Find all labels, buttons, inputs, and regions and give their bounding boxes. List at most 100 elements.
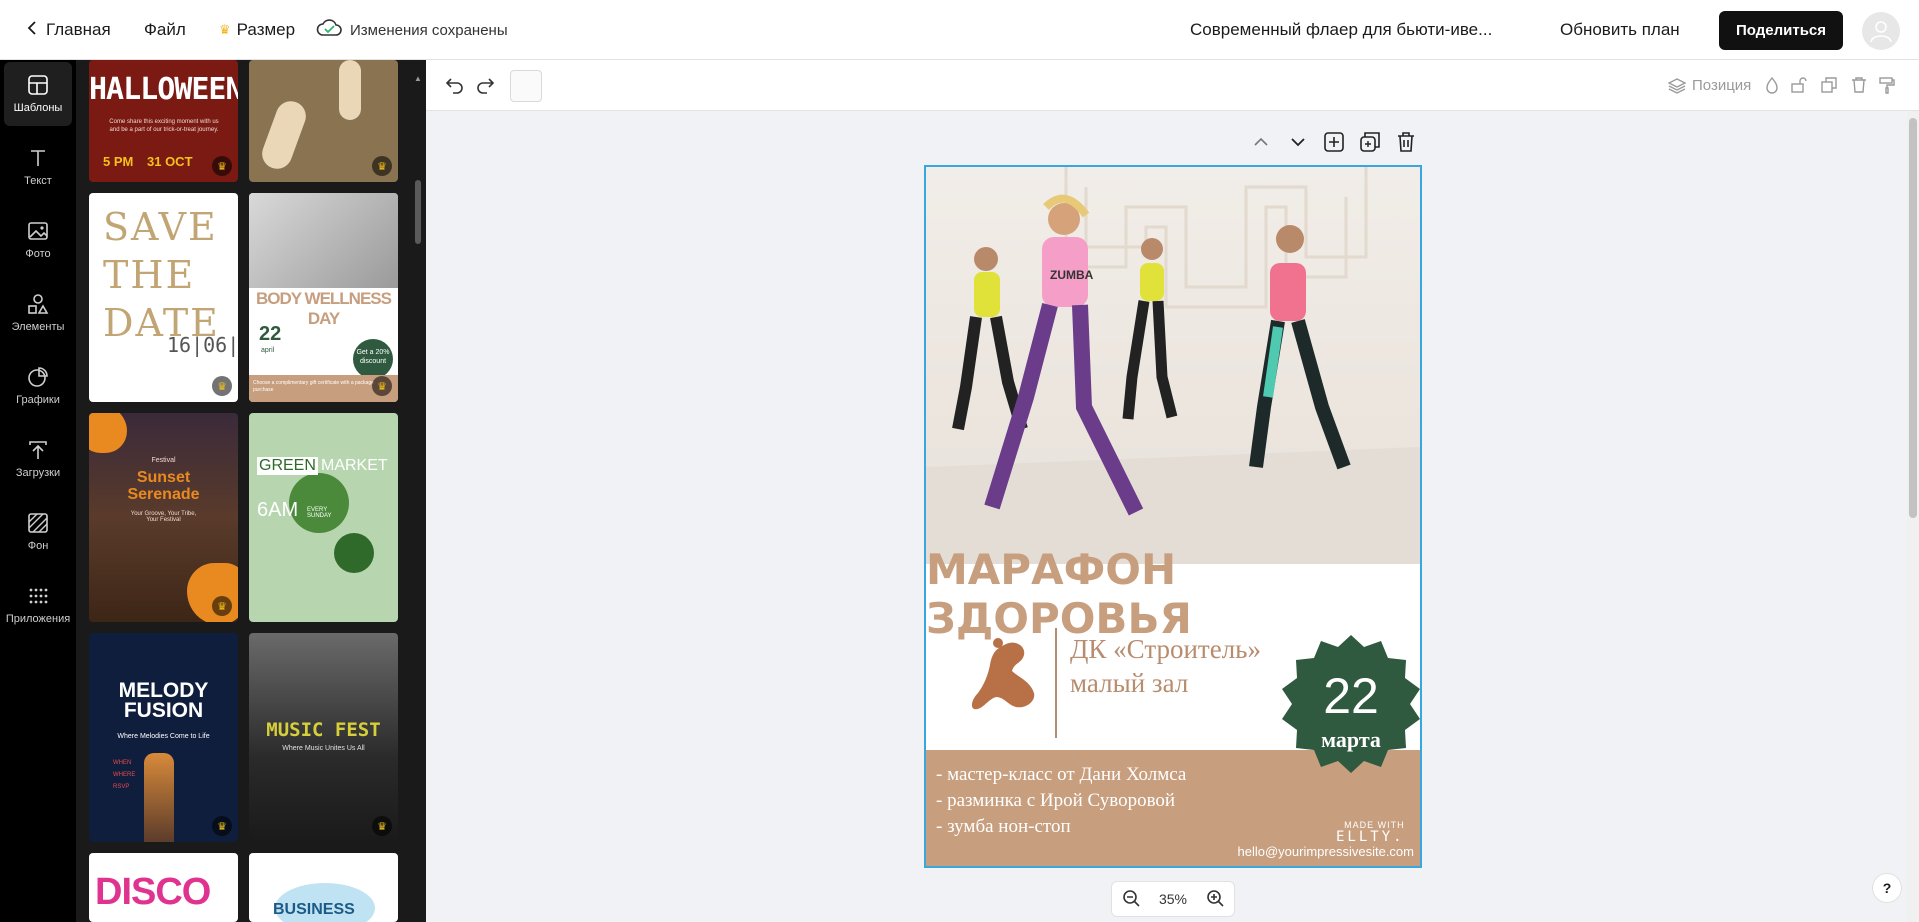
background-icon	[28, 513, 48, 533]
upgrade-plan-button[interactable]: Обновить план	[1560, 0, 1680, 60]
premium-crown-icon: ♛	[212, 156, 232, 176]
template-text: Come share this exciting moment with us …	[109, 119, 219, 133]
home-label: Главная	[46, 20, 111, 39]
template-business[interactable]: BUSINESS	[249, 853, 398, 922]
paint-roller-icon	[1879, 77, 1895, 94]
template-wellness[interactable]: BODY WELLNESS DAY 22 april Get a 20% dis…	[249, 193, 398, 402]
template-sunset-serenade[interactable]: Festival Sunset Serenade Your Groove, Yo…	[89, 413, 238, 622]
flyer-bullets[interactable]: - мастер-класс от Дани Холмса - разминка…	[936, 762, 1186, 840]
dancers-illustration: ZUMBA	[926, 167, 1420, 564]
rail-item-elements[interactable]: Элементы	[4, 281, 72, 345]
undo-icon	[445, 78, 463, 94]
template-title: GREEN	[257, 457, 318, 475]
template-title: DISCO	[95, 871, 211, 913]
rail-label: Элементы	[11, 321, 65, 333]
flyer-email[interactable]: hello@yourimpressivesite.com	[1228, 844, 1414, 859]
template-save-the-date[interactable]: SAVE THE DATE 16|06|25 ♛	[89, 193, 238, 402]
rail-item-text[interactable]: Текст	[4, 135, 72, 199]
template-badge: Get a 20% discount	[353, 339, 393, 379]
template-disco[interactable]: DISCO	[89, 853, 238, 922]
template-shape	[187, 563, 238, 622]
premium-crown-icon: ♛	[372, 376, 392, 396]
home-link[interactable]: Главная	[26, 0, 111, 60]
template-title: BUSINESS	[273, 901, 355, 918]
yoga-pose-icon[interactable]	[968, 637, 1042, 721]
size-menu[interactable]: ♛ Размер	[219, 0, 295, 60]
rail-item-photo[interactable]: Фото	[4, 208, 72, 272]
template-title: MARKET	[321, 457, 388, 474]
premium-crown-icon: ♛	[372, 816, 392, 836]
zoom-out-button[interactable]	[1122, 889, 1140, 910]
premium-crown-icon: ♛	[212, 816, 232, 836]
template-beige[interactable]: ♛	[249, 60, 398, 182]
duplicate-page-button[interactable]	[1356, 128, 1384, 156]
panel-scroll-up-icon[interactable]: ▲	[413, 74, 423, 83]
copy-icon	[1821, 77, 1837, 93]
top-bar: Главная Файл ♛ Размер Изменения сохранен…	[0, 0, 1919, 60]
panel-scroll-thumb[interactable]	[415, 180, 421, 244]
rail-item-templates[interactable]: Шаблоны	[4, 62, 72, 126]
delete-page-button[interactable]	[1392, 128, 1420, 156]
background-color-swatch[interactable]	[510, 70, 542, 102]
format-painter-button[interactable]	[1874, 72, 1900, 98]
bullet-item: - мастер-класс от Дани Холмса	[936, 764, 1187, 785]
unlock-icon	[1791, 77, 1807, 93]
template-music-fest[interactable]: MUSIC FEST Where Music Unites Us All ♛	[249, 633, 398, 842]
rail-label: Текст	[24, 175, 52, 187]
canvas-scroll-thumb[interactable]	[1909, 118, 1917, 518]
zoom-in-button[interactable]	[1206, 889, 1224, 910]
duplicate-icon	[1360, 132, 1380, 152]
zoom-level[interactable]: 35%	[1159, 891, 1187, 907]
move-page-down-button[interactable]	[1284, 128, 1312, 156]
template-text: WHEN	[113, 760, 132, 766]
zoom-out-icon	[1123, 889, 1140, 907]
add-icon	[1324, 132, 1344, 152]
transparency-button[interactable]	[1759, 72, 1785, 98]
template-photo	[144, 753, 174, 842]
template-title: MELODY FUSION	[118, 679, 209, 722]
template-green-market[interactable]: GREEN MARKET 6AM EVERY SUNDAY	[249, 413, 398, 622]
rail-item-apps[interactable]: Приложения	[4, 573, 72, 637]
redo-icon	[477, 78, 495, 94]
template-text: Where Melodies Come to Life	[117, 733, 210, 740]
venue-divider	[1055, 628, 1057, 738]
move-page-up-button[interactable]	[1247, 128, 1275, 156]
venue-text[interactable]: ДК «Строитель» малый зал	[1070, 632, 1261, 700]
badge-day: 22	[1323, 668, 1379, 724]
flyer-page[interactable]: ZUMBA МАРАФОН ЗДОРОВЬЯ ДК «Строитель» ма…	[924, 165, 1422, 868]
rail-item-background[interactable]: Фон	[4, 500, 72, 564]
text-icon	[31, 150, 45, 166]
premium-crown-icon: ♛	[212, 376, 232, 396]
template-melody-fusion[interactable]: MELODY FUSION Where Melodies Come to Lif…	[89, 633, 238, 842]
template-shape	[334, 533, 374, 573]
template-title-line: SAVE	[103, 205, 218, 249]
lock-button[interactable]	[1786, 72, 1812, 98]
add-page-button[interactable]	[1320, 128, 1348, 156]
undo-button[interactable]	[442, 72, 468, 98]
template-title: MUSIC FEST	[266, 719, 381, 741]
rail-label: Приложения	[5, 613, 71, 625]
template-halloween[interactable]: HALLOWEEN Come share this exciting momen…	[89, 60, 238, 182]
rail-item-charts[interactable]: Графики	[4, 354, 72, 418]
flyer-headline[interactable]: МАРАФОН ЗДОРОВЬЯ	[926, 545, 1420, 643]
templates-icon	[28, 75, 48, 95]
file-menu[interactable]: Файл	[144, 0, 186, 60]
template-text: Festival	[151, 457, 176, 464]
document-title[interactable]: Современный флаер для бьюти-иве...	[1190, 0, 1492, 60]
template-text: 31 OCT	[147, 154, 193, 169]
redo-button[interactable]	[472, 72, 498, 98]
template-shape	[89, 413, 127, 453]
save-status-text: Изменения сохранены	[350, 21, 508, 39]
venue-line: малый зал	[1070, 668, 1189, 698]
template-text: WHERE	[113, 772, 136, 778]
share-button[interactable]: Поделиться	[1719, 11, 1843, 50]
position-menu[interactable]: Позиция	[1668, 60, 1751, 111]
avatar[interactable]	[1862, 12, 1900, 50]
rail-item-uploads[interactable]: Загрузки	[4, 427, 72, 491]
template-text: 5 PM	[103, 154, 134, 169]
flyer-photo[interactable]: ZUMBA	[926, 167, 1420, 564]
duplicate-button[interactable]	[1816, 72, 1842, 98]
help-button[interactable]: ?	[1872, 873, 1902, 903]
delete-button[interactable]	[1846, 72, 1872, 98]
template-shape	[339, 60, 361, 120]
